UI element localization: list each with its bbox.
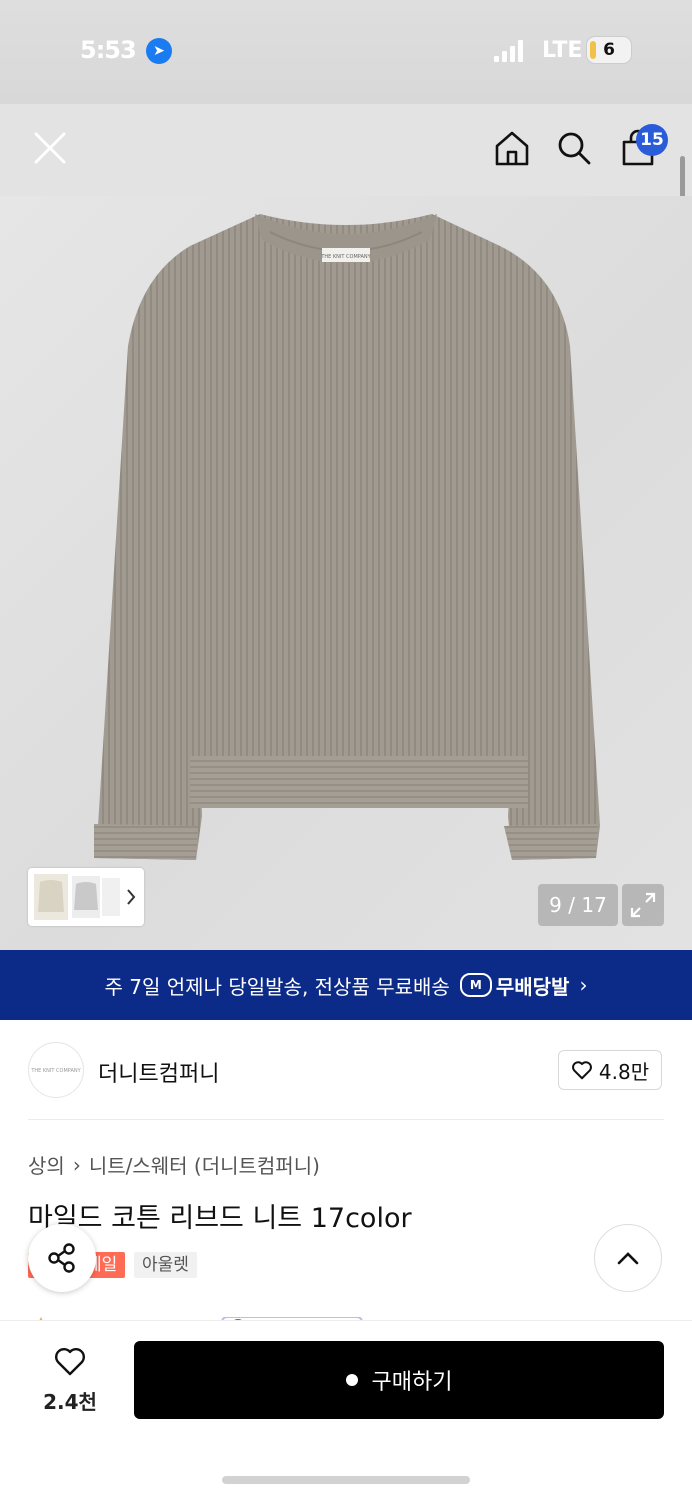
outlet-tag: 아울렛 <box>134 1252 197 1278</box>
breadcrumb-separator-icon: › <box>72 1152 81 1177</box>
close-icon[interactable] <box>28 126 72 170</box>
expand-icon[interactable] <box>622 884 664 926</box>
free-delivery-label: 무배당발 <box>495 974 570 999</box>
brand-logo[interactable]: THE KNIT COMPANY <box>28 1042 84 1098</box>
chevron-right-icon: › <box>579 973 588 997</box>
divider <box>28 1119 664 1120</box>
delivery-banner[interactable]: 주 7일 언제나 당일발송, 전상품 무료배송 M 무배당발 › <box>0 950 692 1020</box>
brand-like-count: 4.8만 <box>598 1059 650 1084</box>
free-delivery-chip: M 무배당발 <box>459 971 570 1000</box>
wishlist-count: 2.4천 <box>43 1390 97 1414</box>
brand-like-button[interactable]: 4.8만 <box>558 1050 662 1090</box>
cart-count-badge: 15 <box>636 124 668 156</box>
chevron-up-icon <box>617 1252 639 1265</box>
search-icon[interactable] <box>552 126 596 170</box>
banner-text: 주 7일 언제나 당일발송, 전상품 무료배송 <box>104 974 450 999</box>
home-indicator[interactable] <box>222 1476 470 1484</box>
scroll-top-button[interactable] <box>594 1224 662 1292</box>
breadcrumb-category[interactable]: 상의 <box>28 1150 65 1179</box>
brand-name[interactable]: 더니트컴퍼니 <box>98 1056 219 1088</box>
top-navigation <box>0 104 692 196</box>
wishlist-button[interactable]: 2.4천 <box>30 1340 110 1414</box>
delivery-truck-icon: M <box>459 973 492 997</box>
sweater-illustration: THE KNIT COMPANY <box>94 214 600 860</box>
network-type: LTE <box>542 38 583 63</box>
thumbnail-strip[interactable] <box>28 868 144 926</box>
brand-row[interactable]: THE KNIT COMPANY 더니트컴퍼니 4.8만 <box>0 1020 692 1120</box>
status-bar: 5:53 ➤ LTE 6 <box>0 0 692 104</box>
home-icon[interactable] <box>490 126 534 170</box>
buy-button[interactable]: 구매하기 <box>134 1341 664 1419</box>
breadcrumb: 상의 › 니트/스웨터 (더니트컴퍼니) <box>28 1150 320 1179</box>
svg-text:THE KNIT COMPANY: THE KNIT COMPANY <box>320 254 371 260</box>
buy-button-label: 구매하기 <box>371 1370 453 1395</box>
loading-dot-icon <box>345 1374 358 1386</box>
product-image[interactable]: THE KNIT COMPANY <box>0 196 692 950</box>
location-arrow-icon: ➤ <box>146 38 172 64</box>
battery-icon: 6 <box>586 36 632 64</box>
product-title: 마일드 코튼 리브드 니트 17color <box>28 1203 412 1234</box>
heart-icon <box>55 1348 85 1376</box>
share-icon <box>48 1243 75 1273</box>
share-button[interactable] <box>28 1224 96 1292</box>
breadcrumb-subcategory[interactable]: 니트/스웨터 (더니트컴퍼니) <box>89 1150 320 1179</box>
image-counter: 9 / 17 <box>538 884 618 926</box>
heart-icon <box>571 1061 592 1080</box>
signal-icon <box>494 40 524 62</box>
status-time: 5:53 <box>80 36 137 64</box>
